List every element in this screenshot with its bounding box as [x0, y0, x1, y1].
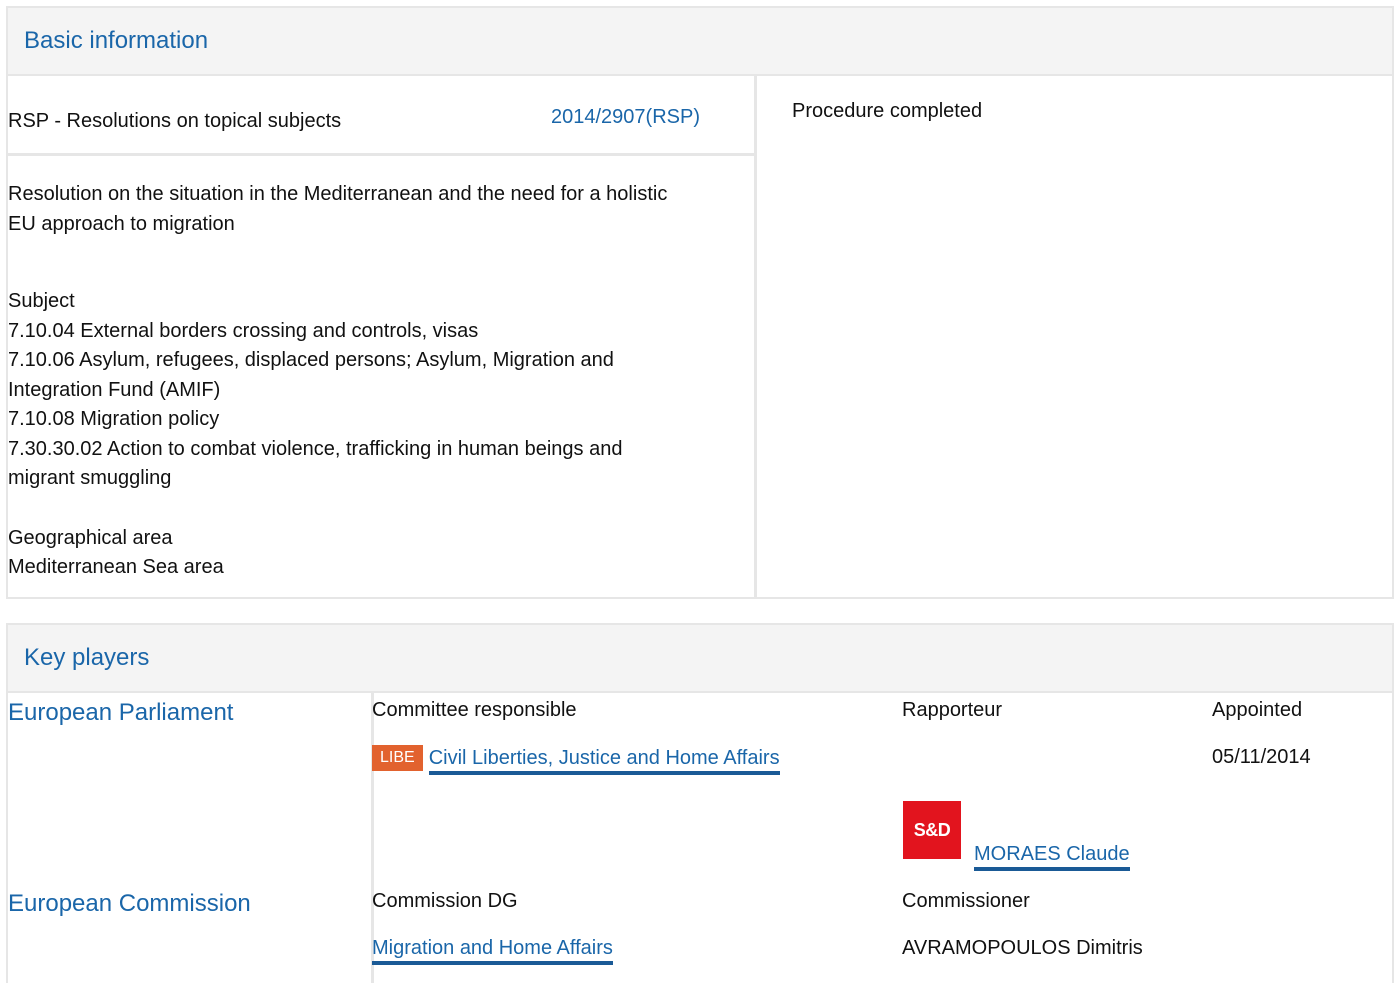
- geographical-area-value: Mediterranean Sea area: [8, 556, 224, 578]
- committee-badge: LIBE: [372, 745, 423, 771]
- procedure-status: Procedure completed: [792, 100, 983, 122]
- committee-entry: LIBE Civil Liberties, Justice and Home Af…: [372, 745, 780, 775]
- dg-entry: Migration and Home Affairs: [372, 937, 613, 965]
- european-parliament-link[interactable]: European Parliament: [8, 699, 373, 727]
- commission-dg-header: Commission DG: [372, 890, 518, 912]
- subject-item: 7.10.08 Migration policy: [8, 408, 220, 430]
- political-group-logo: S&D: [903, 801, 961, 859]
- commissioner-header: Commissioner: [902, 890, 1030, 912]
- subject-item: 7.10.04 External borders crossing and co…: [8, 319, 479, 342]
- basic-information-heading: Basic information: [8, 8, 1392, 76]
- procedure-title-line: Resolution on the situation in the Medit…: [8, 183, 668, 205]
- appointed-date: 05/11/2014: [1212, 746, 1311, 768]
- commissioner-name: AVRAMOPOULOS Dimitris: [902, 937, 1143, 959]
- subject-item: migrant smuggling: [8, 467, 172, 489]
- procedure-row: RSP - Resolutions on topical subjects 20…: [8, 76, 754, 156]
- committee-responsible-header: Committee responsible: [372, 699, 577, 721]
- committee-link[interactable]: Civil Liberties, Justice and Home Affair…: [428, 747, 780, 775]
- procedure-type: RSP - Resolutions on topical subjects: [8, 110, 342, 132]
- rapporteur-entry: MORAES Claude: [974, 843, 1130, 871]
- procedure-title-line: EU approach to migration: [8, 212, 235, 235]
- geographical-area-label: Geographical area: [8, 526, 173, 549]
- appointed-header: Appointed: [1212, 699, 1303, 721]
- rapporteur-header: Rapporteur: [902, 699, 1003, 721]
- procedure-details: Resolution on the situation in the Medit…: [8, 156, 754, 583]
- subject-label: Subject: [8, 290, 75, 312]
- key-players-panel: Key players European Parliament Committe…: [6, 623, 1394, 983]
- key-players-heading: Key players: [8, 625, 1392, 693]
- rapporteur-link[interactable]: MORAES Claude: [974, 843, 1130, 871]
- european-commission-link[interactable]: European Commission: [8, 890, 373, 918]
- basic-information-left: RSP - Resolutions on topical subjects 20…: [8, 76, 757, 597]
- subject-item: 7.30.30.02 Action to combat violence, tr…: [8, 437, 623, 460]
- basic-information-panel: Basic information RSP - Resolutions on t…: [6, 6, 1394, 599]
- subject-item: Integration Fund (AMIF): [8, 378, 221, 401]
- procedure-reference-link[interactable]: 2014/2907(RSP): [551, 106, 700, 129]
- subject-item: 7.10.06 Asylum, refugees, displaced pers…: [8, 349, 614, 371]
- commission-dg-link[interactable]: Migration and Home Affairs: [372, 937, 613, 965]
